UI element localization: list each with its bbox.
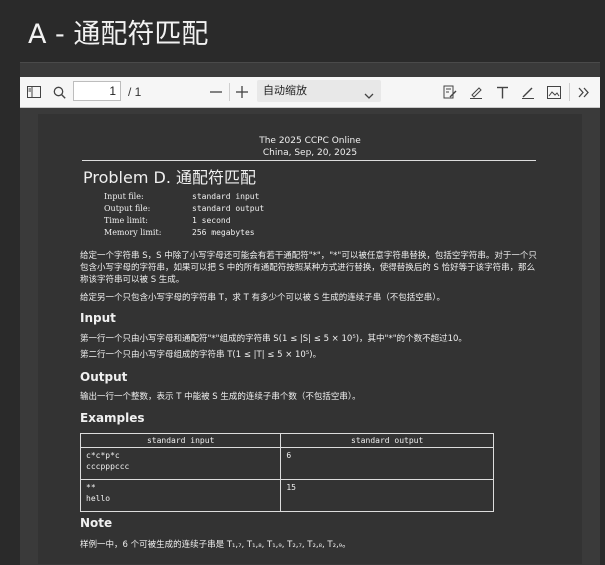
meta-row: Memory limit: 256 megabytes: [104, 228, 255, 237]
search-icon[interactable]: [48, 77, 70, 107]
edit-doc-icon[interactable]: [438, 77, 462, 107]
note-heading: Note: [80, 516, 113, 530]
table-cell: 6: [280, 447, 494, 480]
meta-label: Output file:: [104, 204, 151, 213]
page-title: A - 通配符匹配: [28, 19, 209, 50]
examples-table: standard input standard output c*c*p*c c…: [79, 433, 494, 512]
zoom-out-icon[interactable]: [205, 77, 227, 107]
page-total: / 1: [128, 85, 142, 99]
meta-row: Time limit: 1 second: [104, 216, 231, 225]
problem-title: Problem D. 通配符匹配: [83, 168, 256, 187]
zoom-select-value: 自动缩放: [263, 85, 307, 97]
zoom-in-icon[interactable]: [231, 77, 253, 107]
chevron-down-icon: [364, 86, 374, 108]
toolbar-divider: [569, 83, 570, 101]
pdf-page: The 2025 CCPC Online China, Sep, 20, 202…: [38, 114, 582, 564]
statement-paragraph: 给定另一个只包含小写字母的字符串 T，求 T 有多少个可以被 S 生成的连续子串…: [80, 293, 446, 303]
table-row: ** hello 15: [79, 479, 494, 512]
header-line-1: The 2025 CCPC Online: [259, 136, 361, 146]
header-line-2: China, Sep, 20, 2025: [262, 148, 358, 158]
input-paragraph: 第二行一个只由小写字母组成的字符串 T(1 ≤ |T| ≤ 5 × 10⁵)。: [80, 350, 322, 360]
table-cell: ** hello: [79, 479, 282, 512]
meta-row: Output file: standard output: [104, 204, 264, 213]
table-header: standard input: [79, 433, 282, 448]
table-header-row: standard input standard output: [79, 433, 494, 448]
page-number-input[interactable]: 1: [73, 81, 121, 101]
table-header: standard output: [280, 433, 494, 448]
pdf-toolbar: 1 / 1 自动缩放: [20, 77, 600, 108]
highlight-icon[interactable]: [464, 77, 488, 107]
note-paragraph: 样例一中，6 个可被生成的连续子串是 T₁,₇, T₁,₈, T₁,₉, T₂,…: [80, 540, 351, 550]
meta-value: 256 megabytes: [192, 228, 255, 237]
meta-row: Input file: standard input: [104, 192, 259, 201]
meta-value: 1 second: [192, 216, 231, 225]
table-row: c*c*p*c cccpppccc 6: [79, 447, 494, 480]
table-cell: 15: [280, 479, 494, 512]
header-divider: [82, 160, 536, 161]
sidebar-toggle-icon[interactable]: [22, 77, 46, 107]
input-heading: Input: [80, 311, 116, 325]
meta-label: Input file:: [104, 192, 144, 201]
meta-value: standard output: [192, 204, 265, 213]
output-heading: Output: [80, 370, 128, 384]
meta-value: standard input: [192, 192, 260, 201]
toolbar-divider: [229, 83, 230, 101]
statement-paragraph: 给定一个字符串 S，S 中除了小写字母还可能会有若干通配符"*"，"*"可以被任…: [80, 251, 537, 285]
examples-heading: Examples: [80, 411, 145, 425]
image-icon[interactable]: [542, 77, 566, 107]
text-icon[interactable]: [490, 77, 514, 107]
more-tools-icon[interactable]: [572, 77, 596, 107]
output-paragraph: 输出一行一个整数，表示 T 中能被 S 生成的连续子串个数（不包括空串）。: [80, 392, 361, 402]
table-cell: c*c*p*c cccpppccc: [79, 447, 282, 480]
input-paragraph: 第一行一个只由小写字母和通配符"*"组成的字符串 S(1 ≤ |S| ≤ 5 ×…: [80, 334, 467, 344]
draw-icon[interactable]: [516, 77, 540, 107]
meta-label: Time limit:: [104, 216, 148, 225]
meta-label: Memory limit:: [104, 228, 162, 237]
zoom-select[interactable]: 自动缩放: [257, 80, 381, 102]
